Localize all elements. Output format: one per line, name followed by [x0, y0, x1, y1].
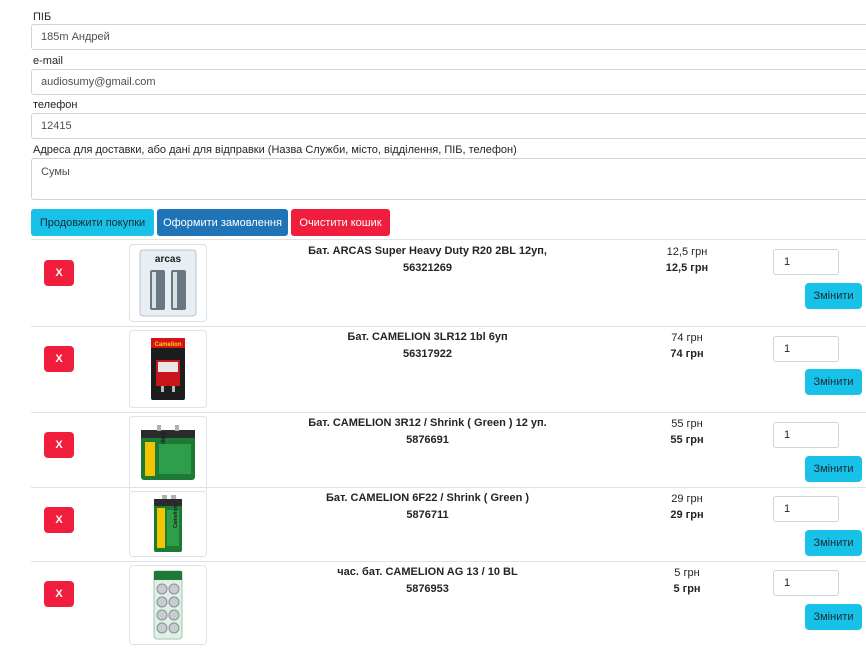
remove-item-button[interactable]: X	[44, 507, 74, 533]
update-quantity-button[interactable]: Змінити	[805, 604, 862, 630]
product-name: Бат. CAMELION 3LR12 1bl 6уп 56317922	[290, 329, 565, 363]
line-total: 74 грн	[670, 348, 704, 360]
quantity-input[interactable]: 1	[773, 422, 839, 448]
product-price: 74 грн 74 грн	[640, 330, 734, 362]
cart-row: X arcas Бат. ARCAS Super Heavy Duty R20 …	[0, 240, 866, 326]
product-price: 12,5 грн 12,5 грн	[640, 244, 734, 276]
product-image: arcas	[129, 244, 207, 322]
product-title: Бат. ARCAS Super Heavy Duty R20 2BL 12уп…	[308, 245, 547, 257]
update-quantity-button[interactable]: Змінити	[805, 283, 862, 309]
place-order-button[interactable]: Оформити замовлення	[157, 209, 288, 236]
unit-price: 55 грн	[671, 418, 703, 430]
remove-item-button[interactable]: X	[44, 432, 74, 458]
product-image: Camelion	[129, 416, 207, 494]
product-image	[129, 565, 207, 645]
email-label: e-mail	[33, 55, 63, 67]
product-title: Бат. CAMELION 6F22 / Shrink ( Green )	[325, 492, 530, 504]
quantity-value: 1	[784, 256, 791, 268]
remove-item-button[interactable]: X	[44, 346, 74, 372]
quantity-value: 1	[784, 503, 791, 515]
unit-price: 5 грн	[674, 567, 700, 579]
product-image: Camelion	[129, 330, 207, 408]
product-title: Бат. CAMELION 3LR12 1bl 6уп	[347, 331, 508, 343]
remove-item-button[interactable]: X	[44, 260, 74, 286]
update-quantity-button[interactable]: Змінити	[805, 456, 862, 482]
product-code: 5876711	[406, 509, 449, 521]
product-name: Бат. CAMELION 3R12 / Shrink ( Green ) 12…	[290, 415, 565, 449]
name-input[interactable]: 185m Андрей	[31, 24, 866, 50]
camelion-4-5v-battery-image: Camelion	[151, 338, 185, 400]
product-name: Бат. CAMELION 6F22 / Shrink ( Green ) 587…	[290, 490, 565, 524]
address-textarea[interactable]: Сумы	[31, 158, 866, 200]
phone-input-value: 12415	[41, 120, 72, 132]
camelion-button-cells-image	[153, 570, 183, 640]
address-label: Адреса для доставки, або дані для відпра…	[33, 144, 517, 156]
product-price: 55 грн 55 грн	[640, 416, 734, 448]
cart-row: X Camelion Бат. CAMELION 3LR12 1bl 6уп 56…	[0, 326, 866, 412]
phone-label: телефон	[33, 99, 78, 111]
svg-text:arcas: arcas	[155, 254, 182, 265]
line-total: 55 грн	[670, 434, 704, 446]
quantity-value: 1	[784, 429, 791, 441]
product-title: Бат. CAMELION 3R12 / Shrink ( Green ) 12…	[308, 417, 547, 429]
quantity-value: 1	[784, 343, 791, 355]
svg-text:Camelion: Camelion	[173, 505, 179, 528]
product-code: 5876691	[406, 434, 449, 446]
cart-row: X Camelion Бат. CAMELION 3R12 / Shrink (…	[0, 412, 866, 498]
arcas-battery-image: arcas	[139, 249, 197, 317]
update-quantity-button[interactable]: Змінити	[805, 369, 862, 395]
line-total: 5 грн	[673, 583, 701, 595]
unit-price: 12,5 грн	[666, 246, 708, 258]
email-input-value: audiosumy@gmail.com	[41, 76, 156, 88]
line-total: 29 грн	[670, 509, 704, 521]
line-total: 12,5 грн	[665, 262, 709, 274]
unit-price: 29 грн	[671, 493, 703, 505]
product-code: 56321269	[403, 262, 452, 274]
quantity-value: 1	[784, 577, 791, 589]
quantity-input[interactable]: 1	[773, 336, 839, 362]
name-label: ПІБ	[33, 11, 52, 23]
update-quantity-button[interactable]: Змінити	[805, 530, 862, 556]
product-name: час. бат. CAMELION AG 13 / 10 BL 5876953	[290, 564, 565, 598]
camelion-9v-battery-image: Camelion	[154, 495, 182, 552]
quantity-input[interactable]: 1	[773, 570, 839, 596]
product-image: Camelion	[129, 491, 207, 557]
cart-row: X час. бат. CAMELION AG 13 / 10 BL 587695…	[0, 561, 866, 647]
quantity-input[interactable]: 1	[773, 249, 839, 275]
email-input[interactable]: audiosumy@gmail.com	[31, 69, 866, 95]
product-name: Бат. ARCAS Super Heavy Duty R20 2BL 12уп…	[290, 243, 565, 277]
product-code: 56317922	[403, 348, 452, 360]
svg-text:Camelion: Camelion	[154, 342, 181, 348]
clear-cart-button[interactable]: Очистити кошик	[291, 209, 390, 236]
unit-price: 74 грн	[671, 332, 703, 344]
product-price: 29 грн 29 грн	[640, 491, 734, 523]
name-input-value: 185m Андрей	[41, 31, 110, 43]
product-title: час. бат. CAMELION AG 13 / 10 BL	[337, 566, 518, 578]
product-price: 5 грн 5 грн	[640, 565, 734, 597]
remove-item-button[interactable]: X	[44, 581, 74, 607]
quantity-input[interactable]: 1	[773, 496, 839, 522]
continue-shopping-button[interactable]: Продовжити покупки	[31, 209, 154, 236]
address-textarea-value: Сумы	[41, 166, 70, 178]
camelion-green-battery-image: Camelion	[141, 425, 195, 480]
product-code: 5876953	[406, 583, 449, 595]
phone-input[interactable]: 12415	[31, 113, 866, 139]
